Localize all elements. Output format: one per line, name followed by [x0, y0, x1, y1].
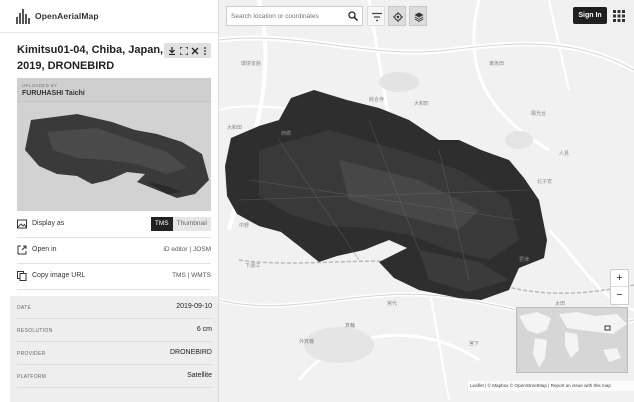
filter-button[interactable]	[367, 6, 385, 26]
open-in-label: Open in	[32, 246, 57, 253]
uploaded-by-label: UPLOADED BY	[22, 83, 58, 88]
map-label: 館合寺	[369, 97, 385, 103]
metadata-row: PROVIDER DRONEBIRD	[17, 342, 212, 365]
copy-url-row: Copy image URL TMS | WMTS	[17, 264, 211, 290]
side-panel: OpenAerialMap Kimitsu01-04, Chiba, Japan…	[0, 0, 219, 402]
close-icon[interactable]	[191, 47, 199, 55]
zoom-control: + −	[610, 269, 629, 305]
map-label: 西郷	[281, 131, 292, 137]
map-label: 人見	[559, 151, 570, 157]
map-label: 宮下	[469, 341, 480, 347]
layers-icon	[414, 12, 424, 22]
crosshair-icon	[393, 12, 403, 22]
world-minimap	[517, 308, 627, 372]
copy-url-separator: |	[187, 272, 190, 279]
more-icon[interactable]	[203, 46, 207, 55]
layers-button[interactable]	[409, 6, 427, 26]
display-as-label: Display as	[32, 220, 65, 227]
image-icon	[17, 219, 27, 229]
map-label: 大和田	[227, 125, 243, 131]
search-box	[226, 6, 363, 26]
metadata-value: 6 cm	[196, 326, 212, 333]
map-label: 下湯江	[245, 263, 261, 269]
copy-tms-link[interactable]: TMS	[172, 272, 186, 279]
copy-url-label: Copy image URL	[32, 272, 86, 279]
map-label: 陽光台	[531, 111, 547, 117]
map-label: 北子安	[537, 179, 553, 185]
search-input[interactable]	[227, 7, 347, 25]
image-title: Kimitsu01-04, Chiba, Japan, 2019, DRONEB…	[17, 44, 164, 72]
map-label: 常代	[387, 301, 398, 307]
filter-icon	[372, 12, 382, 22]
display-tms-option[interactable]: TMS	[150, 217, 173, 231]
zoom-out-button[interactable]: −	[611, 287, 628, 304]
metadata-list: DATE 2019-09-10 RESOLUTION 6 cm PROVIDER…	[10, 296, 218, 402]
external-link-icon	[17, 245, 27, 255]
metadata-row: PLATFORM Satellite	[17, 365, 212, 388]
map-label: 太田	[555, 301, 566, 307]
minimap[interactable]	[516, 307, 628, 373]
locate-button[interactable]	[388, 6, 406, 26]
download-icon[interactable]	[168, 46, 176, 55]
open-in-josm-link[interactable]: JOSM	[193, 246, 211, 253]
map-label: 箕輪	[345, 323, 356, 329]
image-toolbar	[164, 43, 211, 58]
imagery-thumbnail	[25, 114, 209, 198]
metadata-key: DATE	[17, 305, 32, 311]
grid-menu-icon[interactable]	[612, 9, 626, 23]
open-in-row: Open in iD editor | JOSM	[17, 238, 211, 264]
metadata-row: DATE 2019-09-10	[17, 296, 212, 319]
sign-in-button[interactable]: Sign In	[573, 7, 607, 24]
display-toggle: TMS Thumbnail	[150, 217, 211, 231]
map-label: 大和町	[414, 101, 430, 107]
zoom-in-button[interactable]: +	[611, 270, 628, 287]
map-label: 環境省館	[241, 61, 262, 67]
fullscreen-icon[interactable]	[179, 46, 188, 55]
map-attribution[interactable]: Leaflet | © Mapbox © OpenStreetMap | Rep…	[468, 381, 634, 391]
image-preview: UPLOADED BY FURUHASHI Taichi	[17, 78, 211, 211]
brand-bar: OpenAerialMap	[0, 0, 218, 33]
metadata-value: Satellite	[187, 372, 212, 379]
openaerialmap-logo-icon[interactable]	[16, 8, 30, 24]
metadata-key: PLATFORM	[17, 374, 47, 380]
metadata-row: RESOLUTION 6 cm	[17, 319, 212, 342]
open-in-id-editor-link[interactable]: iD editor	[163, 246, 187, 253]
display-thumbnail-option[interactable]: Thumbnail	[172, 217, 211, 231]
map-label: 外箕輪	[299, 339, 315, 345]
uploader-name[interactable]: FURUHASHI Taichi	[22, 90, 85, 97]
search-icon[interactable]	[348, 11, 358, 21]
map-label: 東坂田	[489, 61, 505, 67]
map-label: 中野	[239, 223, 250, 229]
open-in-separator: |	[189, 246, 192, 253]
metadata-key: PROVIDER	[17, 351, 46, 357]
display-as-row: Display as TMS Thumbnail	[17, 212, 211, 238]
copy-icon	[17, 271, 27, 281]
open-in-links: iD editor | JOSM	[163, 246, 211, 253]
app-name[interactable]: OpenAerialMap	[35, 11, 99, 21]
metadata-value: DRONEBIRD	[169, 349, 212, 356]
copy-wmts-link[interactable]: WMTS	[191, 272, 211, 279]
copy-url-links: TMS | WMTS	[172, 272, 211, 279]
map-label: 君津	[519, 257, 530, 263]
metadata-value: 2019-09-10	[176, 303, 212, 310]
metadata-key: RESOLUTION	[17, 328, 53, 334]
